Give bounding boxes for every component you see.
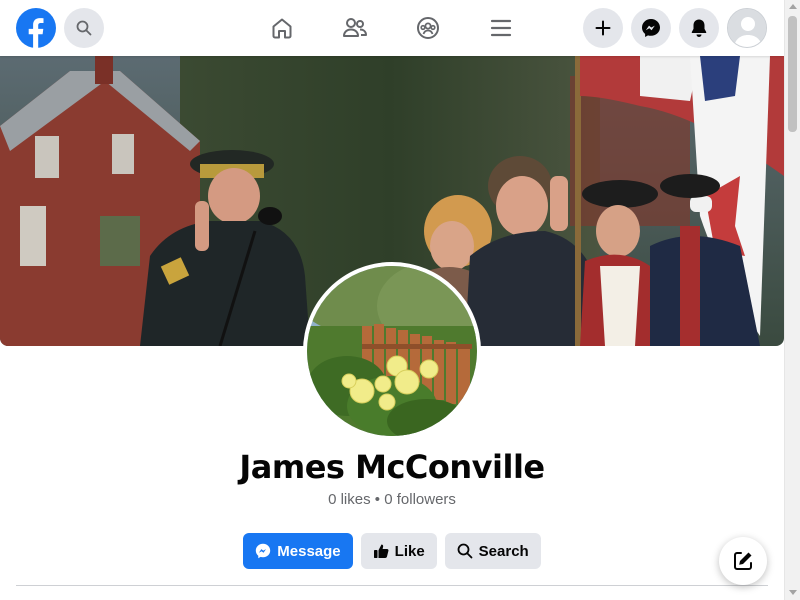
friends-icon xyxy=(343,18,367,37)
stats-separator: • xyxy=(374,491,381,508)
default-avatar-icon xyxy=(728,9,766,47)
scroll-thumb[interactable] xyxy=(788,16,797,132)
search-icon xyxy=(457,543,473,559)
notifications-button[interactable] xyxy=(679,8,719,48)
like-button-label: Like xyxy=(394,542,425,560)
account-avatar[interactable] xyxy=(727,8,767,48)
section-divider xyxy=(16,585,768,586)
likes-count[interactable]: 0 likes xyxy=(328,491,371,508)
top-navigation-bar xyxy=(0,0,784,56)
facebook-logo-icon[interactable] xyxy=(16,8,56,48)
profile-actions: Message Like Search xyxy=(0,533,784,569)
messenger-icon xyxy=(642,19,660,37)
profile-picture-image xyxy=(307,266,477,436)
profile-page: James McConville 0 likes • 0 followers M… xyxy=(0,0,800,600)
search-icon xyxy=(76,20,92,36)
message-button-label: Message xyxy=(277,542,341,560)
scroll-down-arrow[interactable] xyxy=(789,590,797,595)
bell-icon xyxy=(691,19,707,37)
followers-count[interactable]: 0 followers xyxy=(384,491,456,508)
like-button[interactable]: Like xyxy=(360,533,437,569)
groups-icon xyxy=(417,17,439,39)
profile-name: James McConville xyxy=(239,448,545,486)
home-icon xyxy=(272,18,292,39)
nav-menu[interactable] xyxy=(485,12,517,44)
vertical-scrollbar[interactable] xyxy=(784,0,800,600)
search-button-label: Search xyxy=(478,542,529,560)
menu-icon xyxy=(490,19,512,37)
create-button[interactable] xyxy=(583,8,623,48)
nav-friends[interactable] xyxy=(339,12,371,44)
plus-icon xyxy=(595,20,611,36)
new-message-button[interactable] xyxy=(719,537,767,585)
messenger-icon xyxy=(256,543,271,559)
scroll-up-arrow[interactable] xyxy=(789,4,797,9)
message-button[interactable]: Message xyxy=(243,533,353,569)
profile-picture[interactable] xyxy=(303,262,481,440)
compose-icon xyxy=(734,552,752,570)
thumbs-up-icon xyxy=(373,544,389,558)
nav-home[interactable] xyxy=(266,12,298,44)
search-button[interactable] xyxy=(64,8,104,48)
search-profile-button[interactable]: Search xyxy=(444,533,541,569)
profile-stats: 0 likes • 0 followers xyxy=(0,491,784,508)
nav-groups[interactable] xyxy=(412,12,444,44)
messenger-button[interactable] xyxy=(631,8,671,48)
